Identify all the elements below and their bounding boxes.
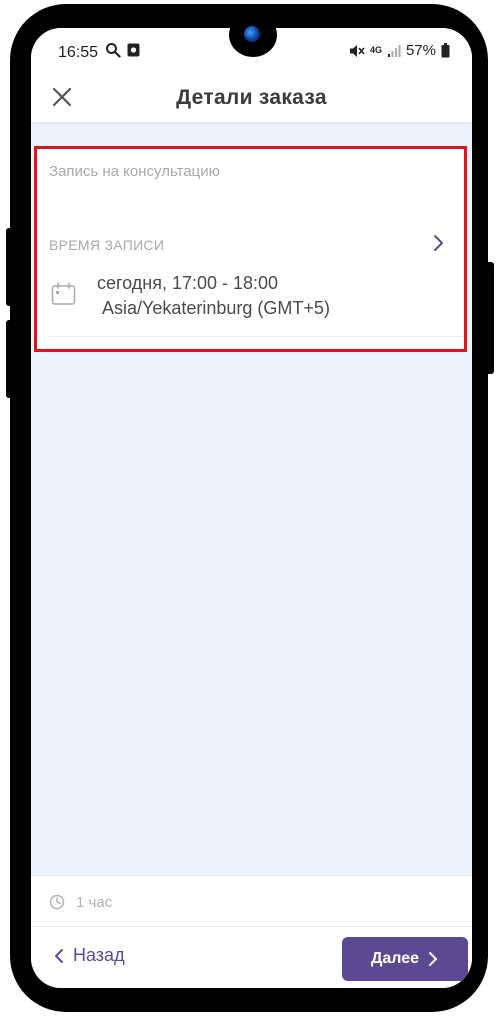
page: 16:55 4G 57% Детали заказа Запись на кон… xyxy=(0,0,500,1016)
service-title: Запись на консультацию xyxy=(49,163,220,180)
notification-app-icon xyxy=(127,43,140,57)
signal-icon xyxy=(387,44,401,57)
chevron-right-icon xyxy=(429,952,438,966)
appointment-timezone: Asia/Yekaterinburg (GMT+5) xyxy=(102,298,330,318)
clock-icon xyxy=(49,894,65,910)
duration-bar: 1 час xyxy=(31,875,472,926)
side-button-right xyxy=(486,262,494,374)
next-button[interactable]: Далее xyxy=(342,937,468,981)
back-button[interactable]: Назад xyxy=(53,945,125,966)
edit-time-button[interactable] xyxy=(428,231,448,255)
phone-screen: 16:55 4G 57% Детали заказа Запись на кон… xyxy=(31,28,472,988)
bottom-nav: Назад Далее xyxy=(31,926,472,988)
mute-icon xyxy=(349,44,365,57)
status-left-icons xyxy=(105,42,140,58)
duration-text: 1 час xyxy=(76,894,113,911)
chevron-left-icon xyxy=(55,948,63,963)
network-type: 4G xyxy=(369,45,382,55)
status-right-icons: 4G 57% xyxy=(349,42,450,59)
booking-card: Запись на консультацию ВРЕМЯ ЗАПИСИ сего… xyxy=(34,146,467,352)
camera-icon xyxy=(244,26,260,42)
power-button xyxy=(6,320,14,398)
next-button-label: Далее xyxy=(370,950,420,967)
appointment-time-range: сегодня, 17:00 - 18:00 xyxy=(97,273,279,293)
status-time: 16:55 xyxy=(58,44,99,61)
page-title: Детали заказа xyxy=(176,86,327,109)
search-icon xyxy=(106,43,121,58)
divider xyxy=(49,336,464,337)
battery-icon xyxy=(441,43,450,58)
chevron-right-icon xyxy=(434,235,443,251)
appointment-time-label: ВРЕМЯ ЗАПИСИ xyxy=(49,237,165,253)
back-button-label: Назад xyxy=(73,945,125,965)
app-header: Детали заказа xyxy=(31,74,472,122)
battery-percent: 57% xyxy=(405,42,436,59)
front-camera xyxy=(229,13,277,57)
calendar-icon xyxy=(51,282,76,305)
volume-button xyxy=(6,228,14,306)
